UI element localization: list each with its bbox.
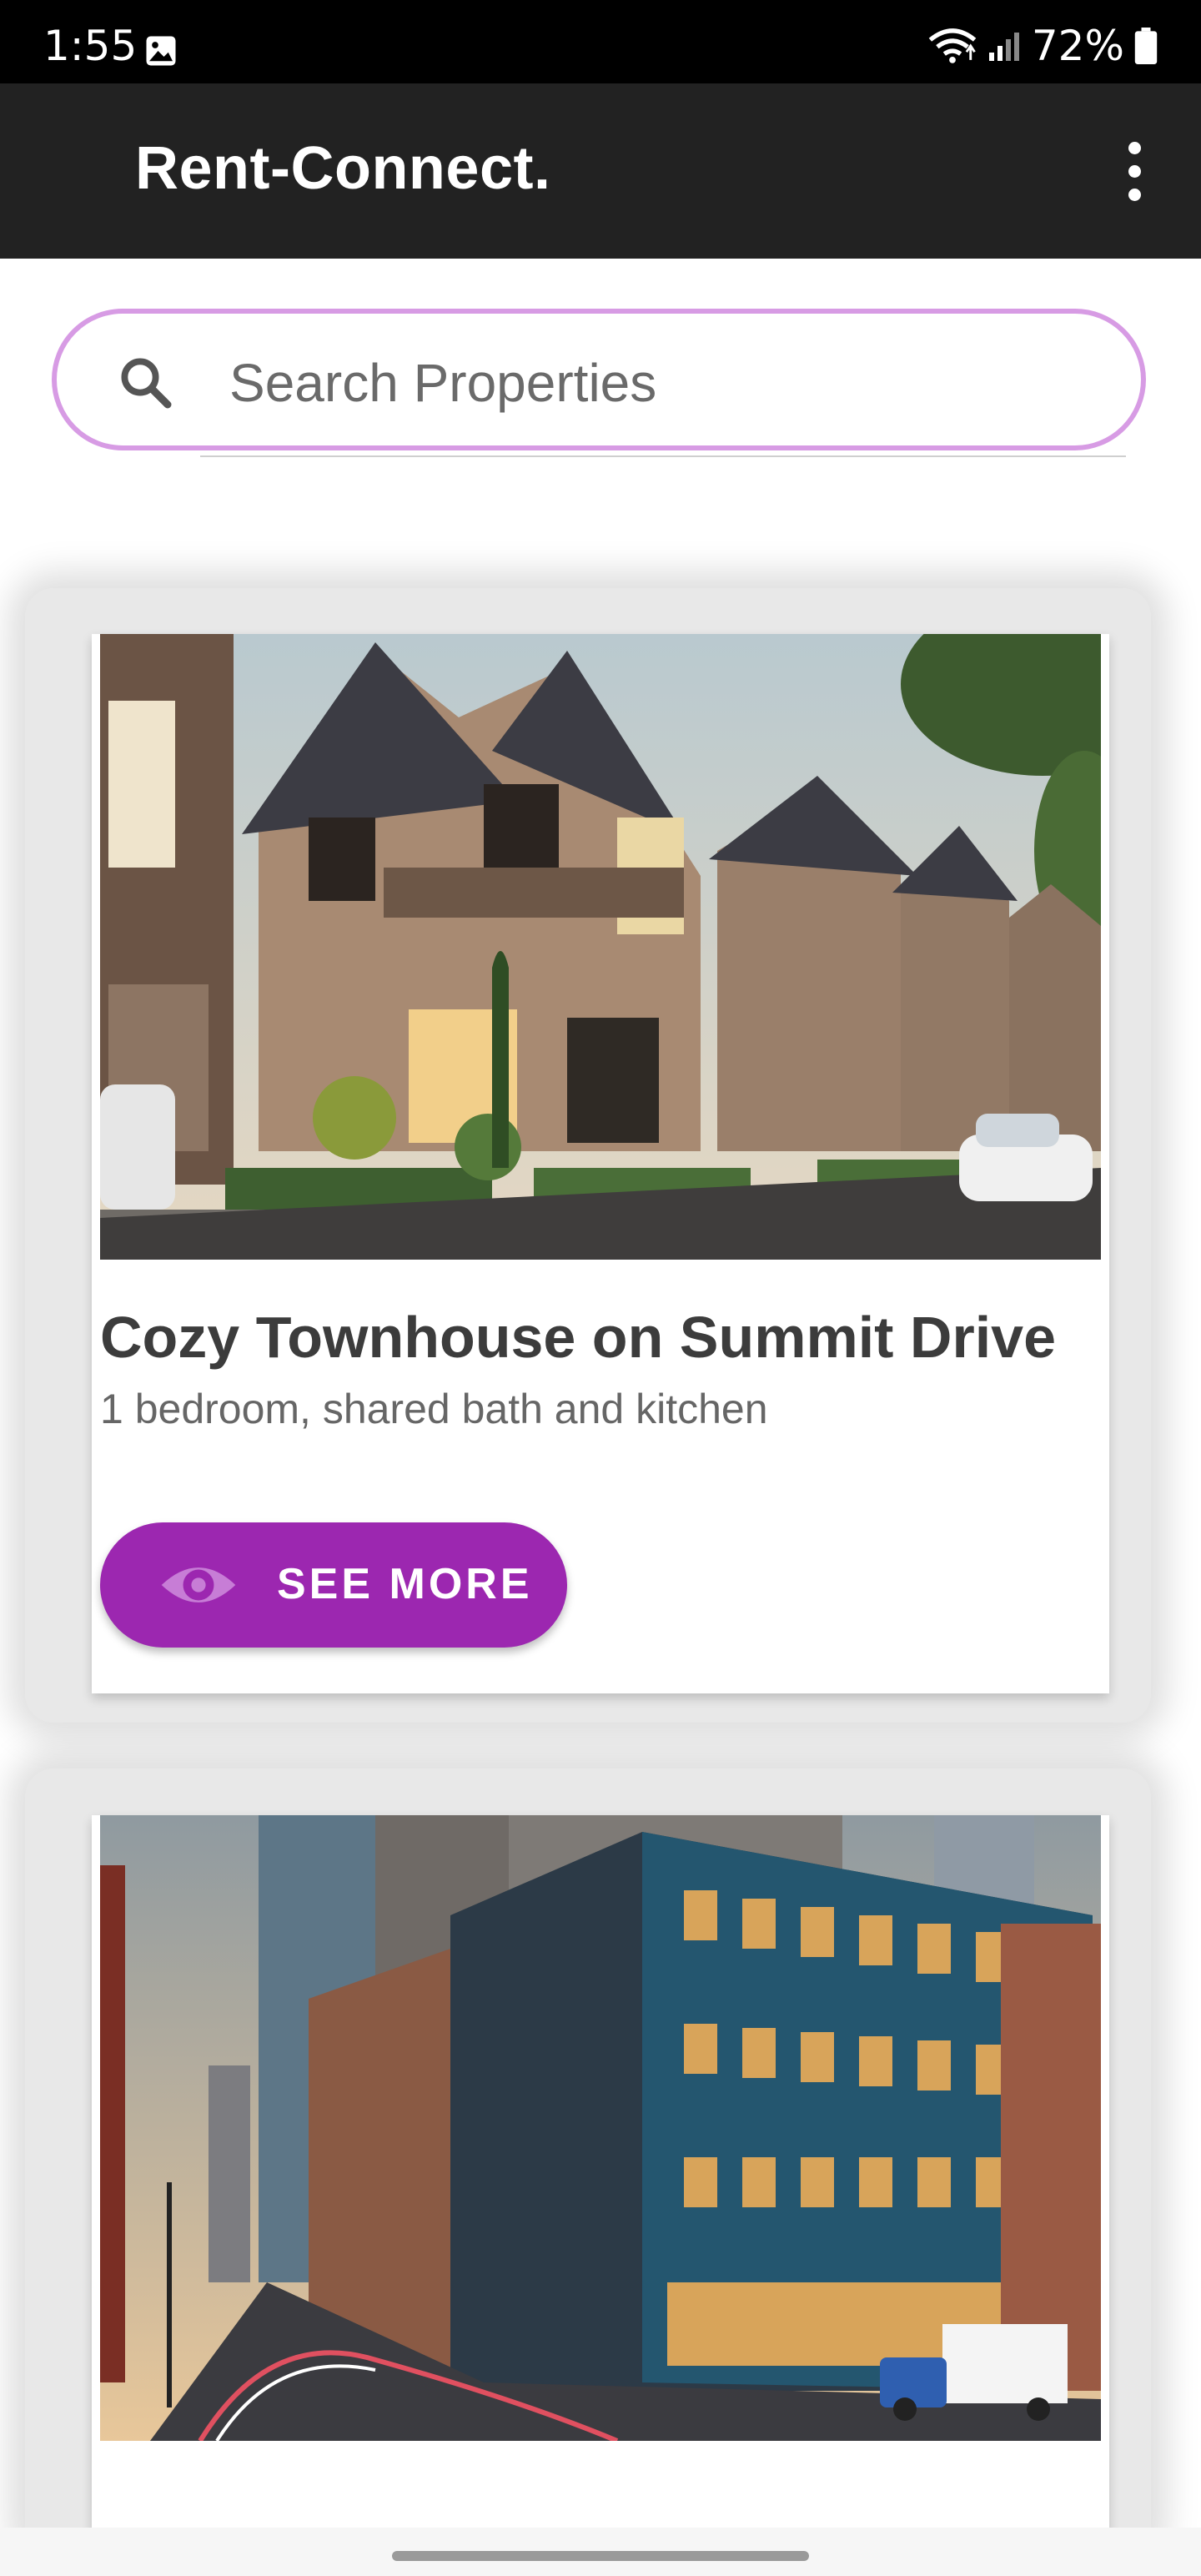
- gallery-icon: [146, 36, 176, 66]
- wifi-icon: [928, 28, 977, 63]
- app-bar: Rent-Connect.: [0, 83, 1201, 259]
- eye-icon: [161, 1567, 236, 1602]
- status-time: 1:55: [43, 22, 138, 70]
- search-input[interactable]: [228, 340, 1098, 425]
- status-icons: 72%: [928, 25, 1158, 67]
- battery-percentage: 72%: [1031, 22, 1124, 70]
- search-underline: [200, 455, 1126, 457]
- listing-card[interactable]: Cozy Townhouse on Summit Drive 1 bedroom…: [92, 634, 1109, 1693]
- battery-icon: [1134, 28, 1158, 64]
- see-more-label: SEE MORE: [277, 1560, 533, 1608]
- more-vert-icon[interactable]: [1101, 133, 1168, 209]
- listing-title: Cozy Townhouse on Summit Drive: [100, 1305, 1057, 1370]
- status-bar: 1:55 72%: [0, 0, 1201, 83]
- search-icon: [121, 358, 172, 409]
- home-indicator[interactable]: [392, 2551, 809, 2561]
- search-bar[interactable]: [52, 309, 1146, 450]
- apartment-building-photo: [100, 1815, 1101, 2441]
- signal-icon: [988, 33, 1019, 61]
- see-more-button[interactable]: SEE MORE: [100, 1522, 567, 1648]
- listing-description: 1 bedroom, shared bath and kitchen: [100, 1386, 768, 1432]
- app-title: Rent-Connect.: [135, 135, 551, 202]
- listing-card[interactable]: [92, 1815, 1109, 2533]
- townhouse-photo: [100, 634, 1101, 1260]
